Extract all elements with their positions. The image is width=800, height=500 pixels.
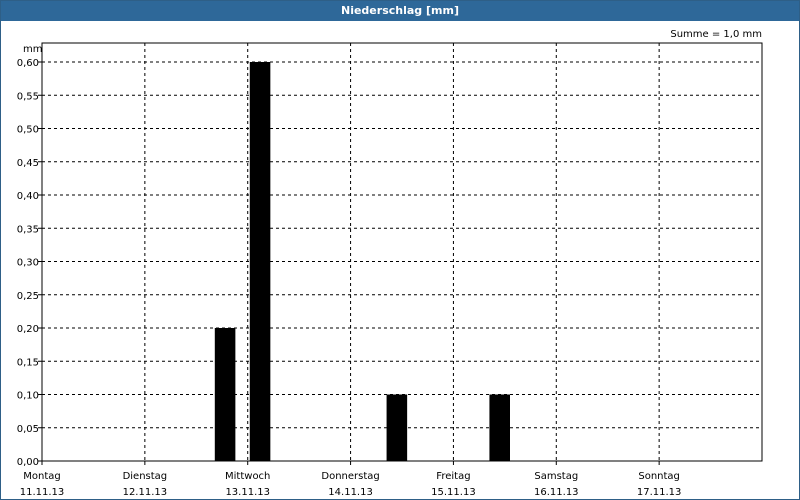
- x-day-date: 14.11.13: [328, 487, 373, 498]
- x-day-name: Donnerstag: [321, 471, 379, 482]
- y-tick-label: 0,40: [17, 191, 39, 202]
- chart-window: Niederschlag [mm] 0,00 0,05 0,10 0,15 0,20 0,…: [0, 0, 800, 500]
- sum-label: Summe = 1,0 mm: [670, 29, 762, 40]
- x-day-date: 17.11.13: [637, 487, 682, 498]
- x-day-date: 12.11.13: [123, 487, 168, 498]
- precipitation-chart: 0,00 0,05 0,10 0,15 0,20 0,25 0,30 0,35 0,40 0,45…: [17, 29, 763, 498]
- x-day-name: Sonntag: [638, 471, 680, 482]
- x-day-date: 13.11.13: [225, 487, 270, 498]
- x-day-name: Montag: [23, 471, 60, 482]
- y-tick-label: 0,20: [17, 324, 39, 335]
- x-day-date: 11.11.13: [20, 487, 65, 498]
- y-tick-label: 0,00: [17, 457, 39, 468]
- x-day-name: Freitag: [436, 471, 470, 482]
- y-tick-label: 0,50: [17, 125, 39, 136]
- x-day-name: Mittwoch: [225, 471, 270, 482]
- y-tick-label: 0,15: [17, 357, 39, 368]
- y-tick-label: 0,30: [17, 258, 39, 269]
- y-tick-label: 0,25: [17, 291, 39, 302]
- y-tick-label: 0,35: [17, 224, 39, 235]
- x-day-name: Dienstag: [123, 471, 168, 482]
- y-tick-label: 0,60: [17, 58, 39, 69]
- precipitation-bar: [214, 328, 236, 461]
- y-tick-label: 0,45: [17, 158, 39, 169]
- y-tick-label: 0,05: [17, 424, 39, 435]
- x-day-date: 16.11.13: [534, 487, 579, 498]
- x-day-name: Samstag: [534, 471, 578, 482]
- precipitation-bar: [249, 62, 271, 461]
- x-day-date: 15.11.13: [431, 487, 476, 498]
- y-tick-label: 0,55: [17, 91, 39, 102]
- precipitation-bar: [386, 394, 408, 461]
- precipitation-bar: [489, 394, 510, 461]
- y-tick-label: 0,10: [17, 391, 39, 402]
- y-axis-unit: mm: [23, 44, 42, 55]
